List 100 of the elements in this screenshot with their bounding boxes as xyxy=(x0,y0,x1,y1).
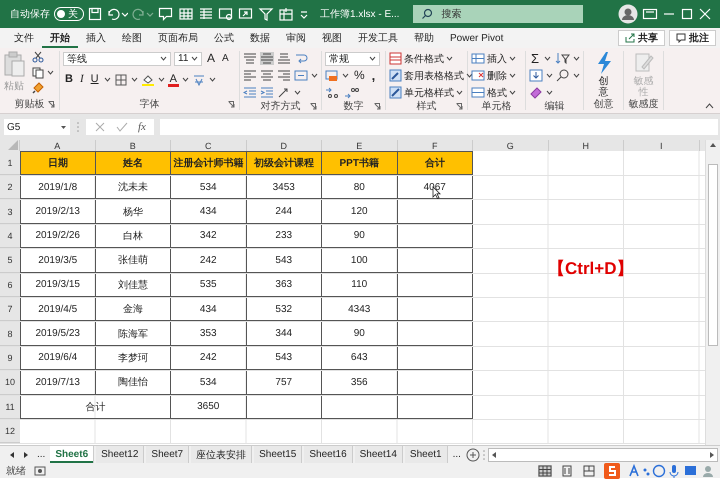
table-cell: 434 xyxy=(171,298,246,322)
ribbon-tab[interactable]: Power Pivot xyxy=(442,28,512,48)
name-box[interactable]: G5 xyxy=(4,119,70,135)
more-sheets-button[interactable]: ... xyxy=(450,449,464,460)
table-cell: 532 xyxy=(246,298,322,322)
format-table-button[interactable]: 套用表格格式 xyxy=(389,68,464,83)
sheet-tab[interactable]: Sheet6 xyxy=(50,446,94,463)
ribbon-tab[interactable]: 开发工具 xyxy=(350,28,406,48)
ribbon-tab[interactable]: 数据 xyxy=(242,28,278,48)
comments-button[interactable]: 批注 xyxy=(669,30,716,46)
table-cell: 2019/2/26 xyxy=(20,224,96,248)
row-header[interactable]: 2 xyxy=(0,176,20,200)
table-cell: 陶佳怡 xyxy=(96,371,171,395)
table-cell: 534 xyxy=(171,371,246,395)
insert-cells-button[interactable]: 插入 xyxy=(471,51,522,66)
table-cell: 643 xyxy=(322,346,398,370)
autosum-button[interactable]: Σ xyxy=(529,52,542,65)
column-heading: PPT书籍 xyxy=(322,151,398,175)
insert-function-button[interactable]: fx xyxy=(138,121,146,133)
group-label: 字体 xyxy=(140,98,160,111)
conditional-format-button[interactable]: 条件格式 xyxy=(389,51,464,66)
group-label: 单元格 xyxy=(482,100,512,113)
row-header[interactable]: 9 xyxy=(0,346,20,370)
ribbon-tab[interactable]: 页面布局 xyxy=(150,28,206,48)
ribbon-tab[interactable]: 公式 xyxy=(206,28,242,48)
ribbon-tab[interactable]: 视图 xyxy=(314,28,350,48)
table-cell: 2019/5/23 xyxy=(20,322,96,346)
ribbon-tab[interactable]: 开始 xyxy=(42,28,78,48)
font-color-button[interactable]: A xyxy=(168,72,179,86)
cell-styles-button[interactable]: 单元格样式 xyxy=(389,85,464,100)
table-cell: 李梦珂 xyxy=(96,346,171,370)
row-header[interactable]: 6 xyxy=(0,274,20,297)
row-header[interactable]: 5 xyxy=(0,249,20,273)
ribbon-tab[interactable]: 审阅 xyxy=(278,28,314,48)
table-cell: 434 xyxy=(171,200,246,224)
row-header[interactable]: 10 xyxy=(0,371,20,395)
underline-button[interactable]: U xyxy=(88,73,101,86)
row-header[interactable]: 3 xyxy=(0,200,20,224)
column-header[interactable]: B xyxy=(96,140,171,151)
format-cells-button[interactable]: 格式 xyxy=(471,85,522,100)
bold-button[interactable]: B xyxy=(63,73,75,86)
number-format-dropdown[interactable]: 常规 xyxy=(325,52,380,66)
share-button[interactable]: 共享 xyxy=(618,30,665,46)
table-cell: 353 xyxy=(171,322,246,346)
italic-button[interactable]: I xyxy=(78,73,86,86)
table-cell: 100 xyxy=(322,249,398,273)
sheet-tab[interactable]: Sheet7 xyxy=(146,446,190,463)
autosave-toggle[interactable]: 关 xyxy=(54,7,84,21)
sheet-tab[interactable]: Sheet14 xyxy=(354,446,403,463)
more-sheets-button[interactable]: ... xyxy=(34,449,48,460)
table-cell: 3453 xyxy=(246,176,322,200)
row-header[interactable]: 12 xyxy=(0,420,20,444)
column-header[interactable]: F xyxy=(398,140,473,151)
table-cell: 金海 xyxy=(96,298,171,322)
table-cell: 342 xyxy=(171,224,246,248)
ribbon-tab[interactable]: 绘图 xyxy=(114,28,150,48)
sheet-tab[interactable]: 座位表安排 xyxy=(191,446,252,463)
percent-button[interactable]: % xyxy=(352,69,367,82)
ribbon-tab[interactable]: 帮助 xyxy=(406,28,442,48)
table-cell: 233 xyxy=(246,224,322,248)
table-cell: 543 xyxy=(246,249,322,273)
row-header[interactable]: 11 xyxy=(0,396,20,419)
column-heading: 合计 xyxy=(398,151,473,175)
increase-font-button[interactable]: A xyxy=(205,52,218,65)
row-header[interactable]: 1 xyxy=(0,151,20,175)
sheet-tab[interactable]: Sheet16 xyxy=(304,446,353,463)
column-heading: 初级会计课程 xyxy=(246,151,322,175)
column-header[interactable]: D xyxy=(246,140,322,151)
ribbon-tab[interactable]: 文件 xyxy=(6,28,42,48)
table-cell: 120 xyxy=(322,200,398,224)
table-cell: 2019/3/5 xyxy=(20,249,96,273)
delete-cells-button[interactable]: 删除 xyxy=(471,68,522,83)
sheet-tab[interactable]: Sheet12 xyxy=(96,446,144,463)
sheet-tab[interactable]: Sheet15 xyxy=(254,446,302,463)
decrease-font-button[interactable]: A xyxy=(220,52,231,65)
table-cell: 刘佳慧 xyxy=(96,274,171,297)
table-cell: 80 xyxy=(322,176,398,200)
table-cell: 535 xyxy=(171,274,246,297)
table-cell: 陈海军 xyxy=(96,322,171,346)
autosave-label: 自动保存 xyxy=(10,8,50,21)
table-cell: 356 xyxy=(322,371,398,395)
group-label: 敏感度 xyxy=(628,98,658,111)
comma-button[interactable]: , xyxy=(370,69,378,82)
row-header[interactable]: 4 xyxy=(0,224,20,248)
font-size-dropdown[interactable]: 11 xyxy=(174,52,202,66)
group-label: 对齐方式 xyxy=(260,100,300,113)
table-cell: 杨华 xyxy=(96,200,171,224)
table-cell: 242 xyxy=(171,346,246,370)
ideas-button[interactable]: 创意 xyxy=(594,51,614,98)
row-header[interactable]: 8 xyxy=(0,322,20,346)
font-name-dropdown[interactable]: 等线 xyxy=(63,52,171,66)
column-header[interactable]: H xyxy=(548,140,624,151)
ribbon-tab[interactable]: 插入 xyxy=(78,28,114,48)
table-cell: 757 xyxy=(246,371,322,395)
search-field[interactable]: 搜索 xyxy=(413,5,584,23)
row-header[interactable]: 7 xyxy=(0,298,20,322)
group-label: 数字 xyxy=(344,100,364,113)
table-cell: 90 xyxy=(322,224,398,248)
sheet-tab[interactable]: Sheet1 xyxy=(404,446,448,463)
table-cell: 3650 xyxy=(171,396,246,419)
